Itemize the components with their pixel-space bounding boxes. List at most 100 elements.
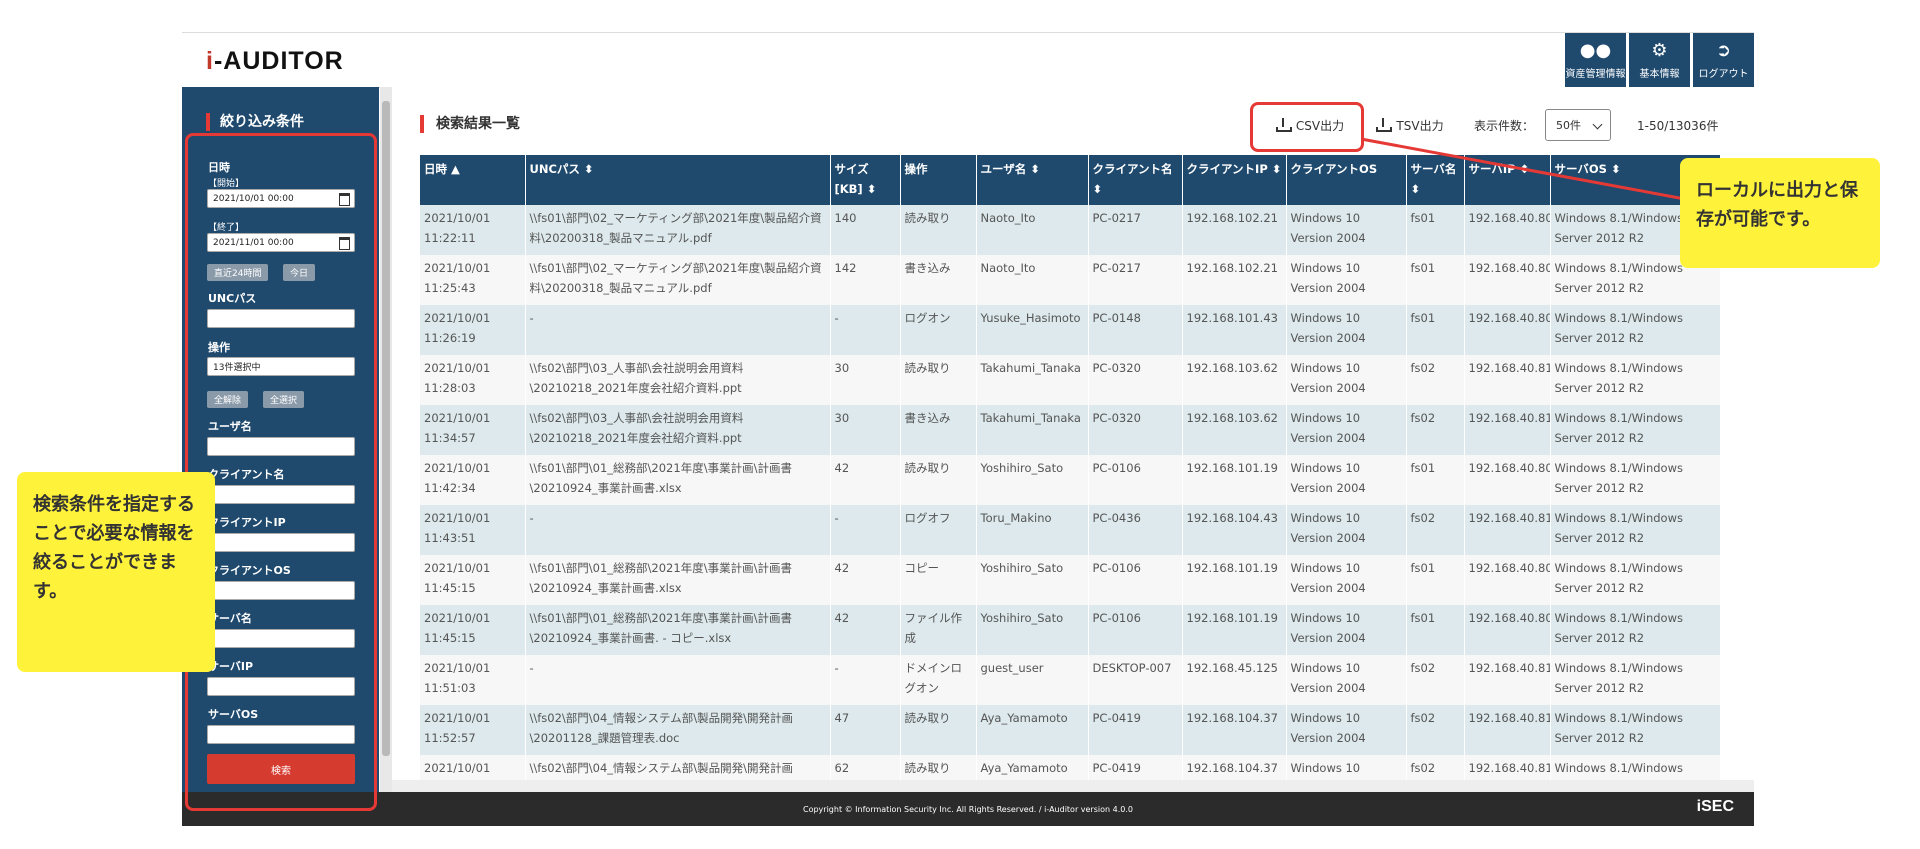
table-cell: fs02 <box>1406 405 1465 455</box>
table-cell: 192.168.101.19 <box>1182 605 1287 655</box>
table-row[interactable]: 2021/10/01 11:25:43 \\fs01\部門\02_マーケティング部… <box>420 255 1721 305</box>
column-header[interactable]: クライアントOS <box>1286 155 1407 205</box>
table-cell: 192.168.102.21 <box>1182 255 1287 305</box>
table-cell: Naoto_Ito <box>976 205 1089 255</box>
scrollbar-thumb[interactable] <box>382 101 390 756</box>
table-cell: Windows 10 Version 2004 <box>1286 455 1407 505</box>
table-cell: 192.168.40.80 <box>1464 205 1551 255</box>
table-cell: 192.168.40.81 <box>1464 505 1551 555</box>
horizontal-scrollbar[interactable] <box>392 780 1754 792</box>
column-header[interactable]: サーバ名 ⬍ <box>1406 155 1465 205</box>
table-cell: fs01 <box>1406 555 1465 605</box>
column-header[interactable]: 操作 <box>900 155 977 205</box>
table-cell: 192.168.104.37 <box>1182 705 1287 755</box>
column-header[interactable]: クライアント名 ⬍ <box>1088 155 1183 205</box>
column-header[interactable]: UNCパス ⬍ <box>525 155 831 205</box>
table-cell: 192.168.40.80 <box>1464 555 1551 605</box>
asset-management-button[interactable]: ●● 資産管理情報 <box>1565 33 1626 87</box>
column-header[interactable]: サイズ [KB] ⬍ <box>830 155 901 205</box>
table-row[interactable]: 2021/10/01 11:28:03 \\fs02\部門\03_人事部\会社説明… <box>420 355 1721 405</box>
page-size-select[interactable]: 50件 <box>1545 109 1611 141</box>
table-cell: Windows 8.1/Windows Server 2012 R2 <box>1550 655 1721 705</box>
table-cell: 2021/10/01 11:25:43 <box>420 255 526 305</box>
table-row[interactable]: 2021/10/01 11:43:51- - ログオフ Toru_Makino PC-0… <box>420 505 1721 555</box>
table-cell: 192.168.102.21 <box>1182 205 1287 255</box>
table-cell: PC-0106 <box>1088 455 1183 505</box>
table-cell: ログオフ <box>900 505 977 555</box>
table-cell: 192.168.40.81 <box>1464 705 1551 755</box>
table-cell: Windows 10 Version 2004 <box>1286 655 1407 705</box>
table-cell: ドメインログオン <box>900 655 977 705</box>
callout-export: ローカルに出力と保存が可能です。 <box>1680 158 1880 268</box>
table-cell: - <box>830 505 901 555</box>
tsv-export-button[interactable]: TSV出力 <box>1360 107 1460 143</box>
table-cell: Windows 10 Version 2004 <box>1286 355 1407 405</box>
table-cell: Windows 8.1/Windows Server 2012 R2 <box>1550 455 1721 505</box>
table-cell: \\fs01\部門\02_マーケティング部\2021年度\製品紹介資料\2020… <box>525 255 831 305</box>
copyright: Copyright © Information Security Inc. Al… <box>803 805 1133 814</box>
table-cell: 192.168.103.62 <box>1182 405 1287 455</box>
table-cell: Yoshihiro_Sato <box>976 605 1089 655</box>
nav-label: 基本情報 <box>1639 68 1680 80</box>
table-cell: 2021/10/01 11:22:11 <box>420 205 526 255</box>
table-cell: 2021/10/01 11:42:34 <box>420 455 526 505</box>
table-cell: Windows 10 Version 2004 <box>1286 255 1407 305</box>
callout-filter: 検索条件を指定することで必要な情報を絞ることができます。 <box>17 472 215 672</box>
table-cell: Windows 8.1/Windows Server 2012 R2 <box>1550 605 1721 655</box>
table-row[interactable]: 2021/10/01 11:34:57 \\fs02\部門\03_人事部\会社説明… <box>420 405 1721 455</box>
table-row[interactable]: 2021/10/01 11:45:15 \\fs01\部門\01_総務部\2021… <box>420 605 1721 655</box>
table-cell: fs01 <box>1406 205 1465 255</box>
table-row[interactable]: 2021/10/01 11:26:19- - ログオン Yusuke_Hasimoto… <box>420 305 1721 355</box>
table-cell: \\fs02\部門\03_人事部\会社説明会用資料\20210218_2021年… <box>525 405 831 455</box>
logout-icon: ➲ <box>1715 39 1732 61</box>
table-cell: 192.168.101.19 <box>1182 455 1287 505</box>
table-cell: PC-0320 <box>1088 405 1183 455</box>
table-cell: 42 <box>830 605 901 655</box>
table-cell: fs01 <box>1406 605 1465 655</box>
table-cell: Windows 10 Version 2004 <box>1286 305 1407 355</box>
table-row[interactable]: 2021/10/01 11:52:57 \\fs02\部門\04_情報システム部\… <box>420 705 1721 755</box>
column-header[interactable]: ユーザ名 ⬍ <box>976 155 1089 205</box>
logout-button[interactable]: ➲ ログアウト <box>1693 33 1754 87</box>
table-cell: Windows 8.1/Windows Server 2012 R2 <box>1550 355 1721 405</box>
table-cell: 47 <box>830 705 901 755</box>
table-cell: 30 <box>830 355 901 405</box>
table-row[interactable]: 2021/10/01 11:22:11 \\fs01\部門\02_マーケティング部… <box>420 205 1721 255</box>
table-cell: 書き込み <box>900 255 977 305</box>
table-cell: PC-0419 <box>1088 705 1183 755</box>
users-icon: ●● <box>1579 39 1612 61</box>
table-row[interactable]: 2021/10/01 11:51:03- - ドメインログオン guest_user D… <box>420 655 1721 705</box>
top-bar: i-AUDITOR ●● 資産管理情報 ⚙ 基本情報 ➲ ログアウト <box>182 33 1754 88</box>
table-cell: 192.168.101.43 <box>1182 305 1287 355</box>
table-cell: 192.168.104.43 <box>1182 505 1287 555</box>
table-cell: 42 <box>830 555 901 605</box>
table-cell: fs01 <box>1406 305 1465 355</box>
table-cell: 読み取り <box>900 455 977 505</box>
table-cell: - <box>525 505 831 555</box>
column-header[interactable]: サーバIP ⬍ <box>1464 155 1551 205</box>
basic-info-button[interactable]: ⚙ 基本情報 <box>1629 33 1690 87</box>
table-cell: PC-0320 <box>1088 355 1183 405</box>
sidebar-scrollbar[interactable] <box>380 87 392 792</box>
table-cell: 2021/10/01 11:28:03 <box>420 355 526 405</box>
table-cell: PC-0106 <box>1088 605 1183 655</box>
table-cell: 2021/10/01 11:34:57 <box>420 405 526 455</box>
table-cell: \\fs01\部門\01_総務部\2021年度\事業計画\計画書\2021092… <box>525 555 831 605</box>
table-cell: 2021/10/01 11:51:03 <box>420 655 526 705</box>
column-header[interactable]: 日時 ▲ <box>420 155 526 205</box>
table-row[interactable]: 2021/10/01 11:45:15 \\fs01\部門\01_総務部\2021… <box>420 555 1721 605</box>
table-cell: Aya_Yamamoto <box>976 705 1089 755</box>
column-header[interactable]: クライアントIP ⬍ <box>1182 155 1287 205</box>
app-frame: i-AUDITOR ●● 資産管理情報 ⚙ 基本情報 ➲ ログアウト 絞り込み条… <box>182 32 1754 826</box>
table-cell: fs02 <box>1406 505 1465 555</box>
table-cell: 192.168.40.80 <box>1464 305 1551 355</box>
table-row[interactable]: 2021/10/01 11:42:34 \\fs01\部門\01_総務部\2021… <box>420 455 1721 505</box>
table-cell: Toru_Makino <box>976 505 1089 555</box>
table-cell: PC-0217 <box>1088 205 1183 255</box>
table-cell: fs01 <box>1406 455 1465 505</box>
table-cell: 192.168.40.81 <box>1464 355 1551 405</box>
sidebar-highlight <box>185 133 377 811</box>
table-cell: Takahumi_Tanaka <box>976 405 1089 455</box>
table-cell: - <box>830 305 901 355</box>
table-cell: Naoto_Ito <box>976 255 1089 305</box>
